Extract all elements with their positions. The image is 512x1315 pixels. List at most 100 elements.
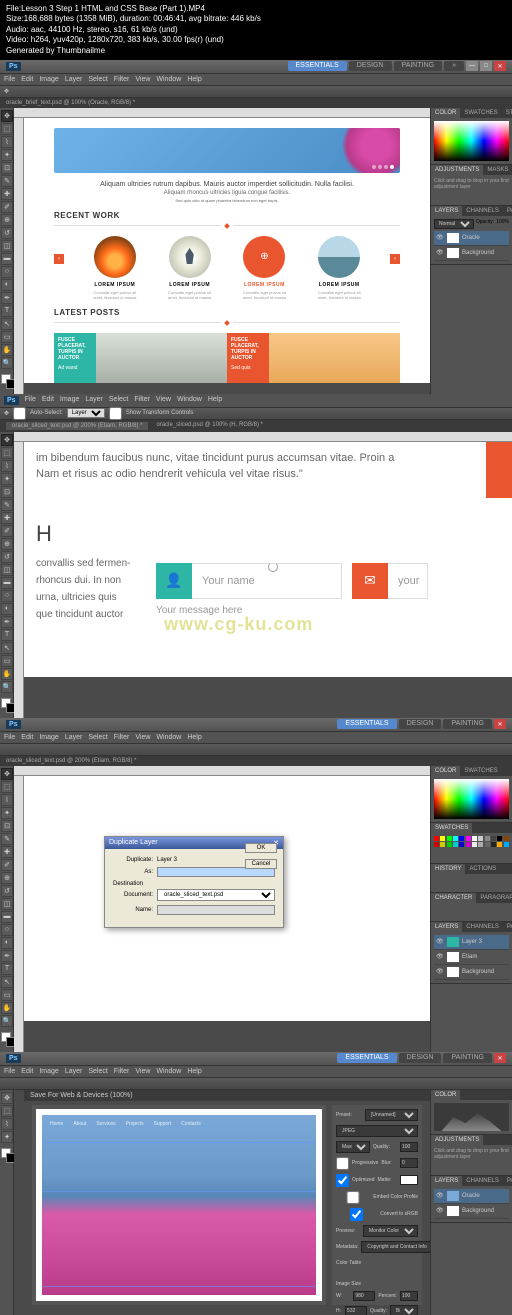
blend-mode[interactable]: Normal (434, 219, 474, 229)
stamp-tool[interactable]: ⊕ (1, 214, 13, 226)
window-close[interactable]: ✕ (494, 719, 506, 729)
menu-image[interactable]: Image (60, 396, 79, 405)
document-dropdown[interactable]: oracle_sliced_text.psd (157, 889, 275, 901)
paths-tab[interactable]: PATHS (503, 206, 512, 216)
optimized-check[interactable] (336, 1174, 349, 1187)
hand-tool[interactable]: ✋ (1, 668, 13, 680)
menu-edit[interactable]: Edit (42, 396, 54, 405)
document-tab[interactable]: oracle_sliced_text.psd @ 200% (Etiam, RG… (0, 756, 512, 766)
gradient-tool[interactable]: ▬ (1, 577, 13, 589)
wand-tool[interactable]: ✦ (1, 473, 13, 485)
visibility-icon[interactable]: 👁 (436, 249, 444, 257)
menu-edit[interactable]: Edit (21, 76, 33, 83)
workspace-painting[interactable]: PAINTING (443, 719, 492, 729)
eyedropper-tool[interactable]: ✎ (1, 499, 13, 511)
sfw-preview-pane[interactable]: Home About Services Projects Support Con… (32, 1105, 326, 1305)
canvas-area[interactable]: Duplicate Layer ✕ OK Cancel Duplicate:La… (14, 766, 430, 1052)
window-minimize[interactable]: — (466, 61, 478, 71)
carousel-next[interactable]: › (390, 254, 400, 264)
eraser-tool[interactable]: ◫ (1, 240, 13, 252)
menu-filter[interactable]: Filter (134, 396, 150, 405)
height-input[interactable] (345, 1306, 367, 1315)
workspace-painting[interactable]: PAINTING (394, 61, 443, 71)
work-thumb-2[interactable] (169, 236, 211, 278)
menu-view[interactable]: View (135, 76, 150, 83)
name-input[interactable] (157, 905, 275, 915)
gradient-tool[interactable]: ▬ (1, 253, 13, 265)
visibility-icon[interactable]: 👁 (436, 234, 444, 242)
dodge-tool[interactable]: ◐ (1, 279, 13, 291)
masks-tab[interactable]: MASKS (483, 165, 512, 175)
menu-layer[interactable]: Layer (65, 76, 83, 83)
auto-select-checkbox[interactable] (13, 407, 26, 420)
workspace-more[interactable]: » (444, 61, 464, 71)
hand-tool[interactable]: ✋ (1, 344, 13, 356)
canvas-area[interactable]: im bibendum faucibus nunc, vitae tincidu… (14, 432, 512, 718)
autoselect-dropdown[interactable]: Layer (67, 408, 105, 418)
preview-dropdown[interactable]: Monitor Color (363, 1225, 418, 1237)
workspace-design[interactable]: DESIGN (399, 719, 442, 729)
menu-select[interactable]: Select (88, 76, 107, 83)
marquee-tool[interactable]: ⬚ (1, 447, 13, 459)
resample-dropdown[interactable]: Bicubic (390, 1305, 418, 1315)
swatches-panel-tab[interactable]: SWATCHES (460, 108, 501, 118)
window-close[interactable]: ✕ (494, 1053, 506, 1063)
srgb-check[interactable] (336, 1208, 377, 1221)
history-brush-tool[interactable]: ↺ (1, 227, 13, 239)
menu-image[interactable]: Image (39, 76, 58, 83)
zoom-tool[interactable]: 🔍 (1, 357, 13, 369)
quality-preset[interactable]: Maximum (336, 1141, 370, 1153)
crop-tool[interactable]: ⊡ (1, 486, 13, 498)
adjustments-tab[interactable]: ADJUSTMENTS (431, 165, 483, 175)
width-input[interactable] (353, 1291, 375, 1301)
progressive-check[interactable] (336, 1157, 349, 1170)
color-swatches[interactable] (1, 374, 12, 392)
lasso-tool[interactable]: ⌇ (1, 136, 13, 148)
menu-window[interactable]: Window (177, 396, 202, 405)
brush-tool[interactable]: ✐ (1, 201, 13, 213)
styles-panel-tab[interactable]: STYLES (502, 108, 512, 118)
swatch-grid[interactable] (434, 836, 509, 847)
window-maximize[interactable]: □ (480, 61, 492, 71)
work-thumb-1[interactable] (94, 236, 136, 278)
layer-bg[interactable]: 👁Background (434, 246, 509, 261)
zoom-tool[interactable]: 🔍 (1, 681, 13, 693)
canvas-area[interactable]: Aliquam ultricies rutrum dapibus. Mauris… (14, 108, 430, 394)
workspace-essentials[interactable]: ESSENTIALS (337, 719, 396, 729)
workspace-design[interactable]: DESIGN (349, 61, 392, 71)
blur-input[interactable] (400, 1158, 418, 1168)
dodge-tool[interactable]: ◐ (1, 603, 13, 615)
document-tab[interactable]: oracle_brief_text.psd @ 100% (Oracle, RG… (0, 98, 512, 108)
pen-tool[interactable]: ✒ (1, 292, 13, 304)
history-brush-tool[interactable]: ↺ (1, 551, 13, 563)
menu-file[interactable]: File (4, 76, 15, 83)
post-1-label[interactable]: FUSCE PLACERAT, TURPIS IN AUCTOR Ad wand (54, 333, 96, 383)
layer-3[interactable]: 👁Layer 3 (434, 935, 509, 950)
layers-tab[interactable]: LAYERS (431, 206, 462, 216)
preset-dropdown[interactable]: [Unnamed] (365, 1109, 418, 1121)
blur-tool[interactable]: ○ (1, 590, 13, 602)
move-tool[interactable]: ✥ (1, 110, 13, 122)
move-tool[interactable]: ✥ (1, 768, 13, 780)
lasso-tool[interactable]: ⌇ (1, 460, 13, 472)
path-tool[interactable]: ↖ (1, 642, 13, 654)
heal-tool[interactable]: ✚ (1, 188, 13, 200)
menu-select[interactable]: Select (109, 396, 128, 405)
eraser-tool[interactable]: ◫ (1, 564, 13, 576)
color-panel-tab[interactable]: COLOR (431, 108, 460, 118)
menu-help[interactable]: Help (187, 76, 201, 83)
workspace-essentials[interactable]: ESSENTIALS (288, 61, 347, 71)
layer-oracle[interactable]: 👁Oracle (434, 231, 509, 246)
email-field[interactable]: your (388, 563, 428, 599)
show-transform-checkbox[interactable] (109, 407, 122, 420)
stamp-tool[interactable]: ⊕ (1, 538, 13, 550)
embed-check[interactable] (336, 1191, 370, 1204)
percent-input[interactable] (400, 1291, 418, 1301)
menu-window[interactable]: Window (156, 76, 181, 83)
wand-tool[interactable]: ✦ (1, 149, 13, 161)
menu-file[interactable]: File (25, 396, 36, 405)
menu-view[interactable]: View (156, 396, 171, 405)
layer-bg[interactable]: 👁Background (434, 965, 509, 980)
brush-tool[interactable]: ✐ (1, 525, 13, 537)
heal-tool[interactable]: ✚ (1, 512, 13, 524)
